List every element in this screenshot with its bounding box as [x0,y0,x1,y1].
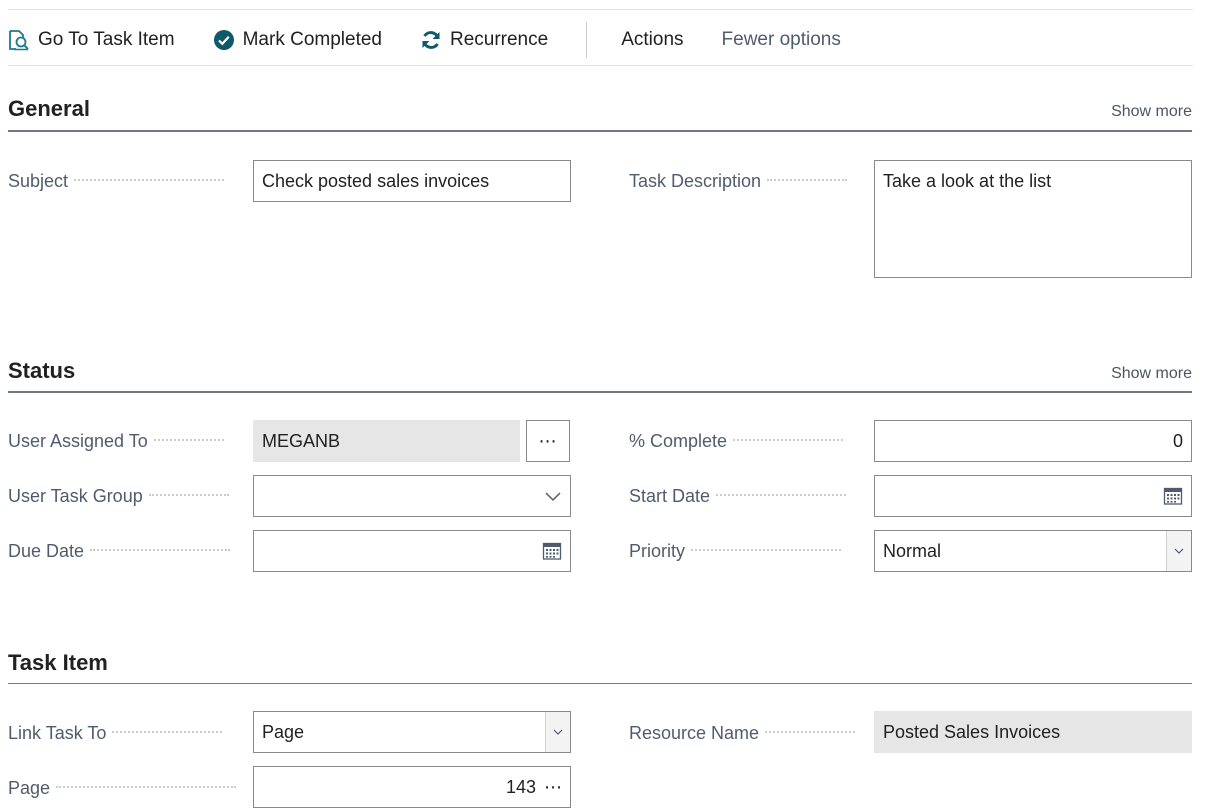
ellipsis-icon[interactable]: ⋯ [544,777,562,798]
resource-name-label: Resource Name [629,723,869,744]
status-show-more-link[interactable]: Show more [1111,365,1192,383]
page-field[interactable]: 143 ⋯ [253,766,571,808]
recurrence-label: Recurrence [449,29,549,50]
go-to-task-item-label: Go To Task Item [38,29,175,50]
task-item-section-divider [8,683,1192,684]
user-task-group-dropdown[interactable] [253,475,571,517]
go-to-task-item-button[interactable]: Go To Task Item [8,29,175,51]
section-title-general[interactable]: General [8,96,90,122]
check-circle-icon [213,29,235,51]
general-section-divider [8,130,1192,132]
link-task-to-label: Link Task To [8,723,248,744]
task-description-label: Task Description [629,171,869,192]
actions-menu[interactable]: Actions [621,29,683,51]
due-date-label: Due Date [8,541,248,562]
page-label: Page [8,778,248,799]
mark-completed-label: Mark Completed [242,29,382,50]
search-document-icon [8,29,30,51]
priority-select[interactable]: Normal [874,530,1192,572]
start-date-field[interactable] [874,475,1192,517]
ellipsis-icon: ⋯ [538,430,558,451]
due-date-field[interactable] [253,530,571,572]
user-assigned-to-field[interactable]: MEGANB [253,420,520,462]
subject-label: Subject [8,171,248,192]
toolbar-divider [8,65,1193,66]
start-date-label: Start Date [629,486,869,507]
fewer-options-button[interactable]: Fewer options [722,29,841,51]
status-section-divider [8,391,1192,393]
mark-completed-button[interactable]: Mark Completed [213,29,382,51]
chevron-down-icon [1166,531,1191,571]
priority-label: Priority [629,541,869,562]
percent-complete-label: % Complete [629,431,869,452]
user-assigned-to-lookup-button[interactable]: ⋯ [526,420,570,462]
user-task-group-label: User Task Group [8,486,248,507]
refresh-icon [420,29,442,51]
recurrence-button[interactable]: Recurrence [420,29,548,51]
resource-name-field: Posted Sales Invoices [874,711,1192,753]
top-divider [8,9,1193,10]
calendar-icon[interactable] [542,541,562,561]
task-description-field[interactable]: Take a look at the list [874,160,1192,278]
chevron-down-icon [544,490,562,502]
toolbar-separator [586,22,588,58]
percent-complete-field[interactable]: 0 [874,420,1192,462]
section-title-status[interactable]: Status [8,358,75,384]
action-bar: Go To Task Item Mark Completed Recurrenc… [8,18,879,62]
link-task-to-select[interactable]: Page [253,711,571,753]
section-title-task-item[interactable]: Task Item [8,650,108,676]
subject-field[interactable]: Check posted sales invoices [253,160,571,202]
chevron-down-icon [545,712,570,752]
calendar-icon[interactable] [1163,486,1183,506]
user-assigned-to-label: User Assigned To [8,431,248,452]
general-show-more-link[interactable]: Show more [1111,103,1192,121]
